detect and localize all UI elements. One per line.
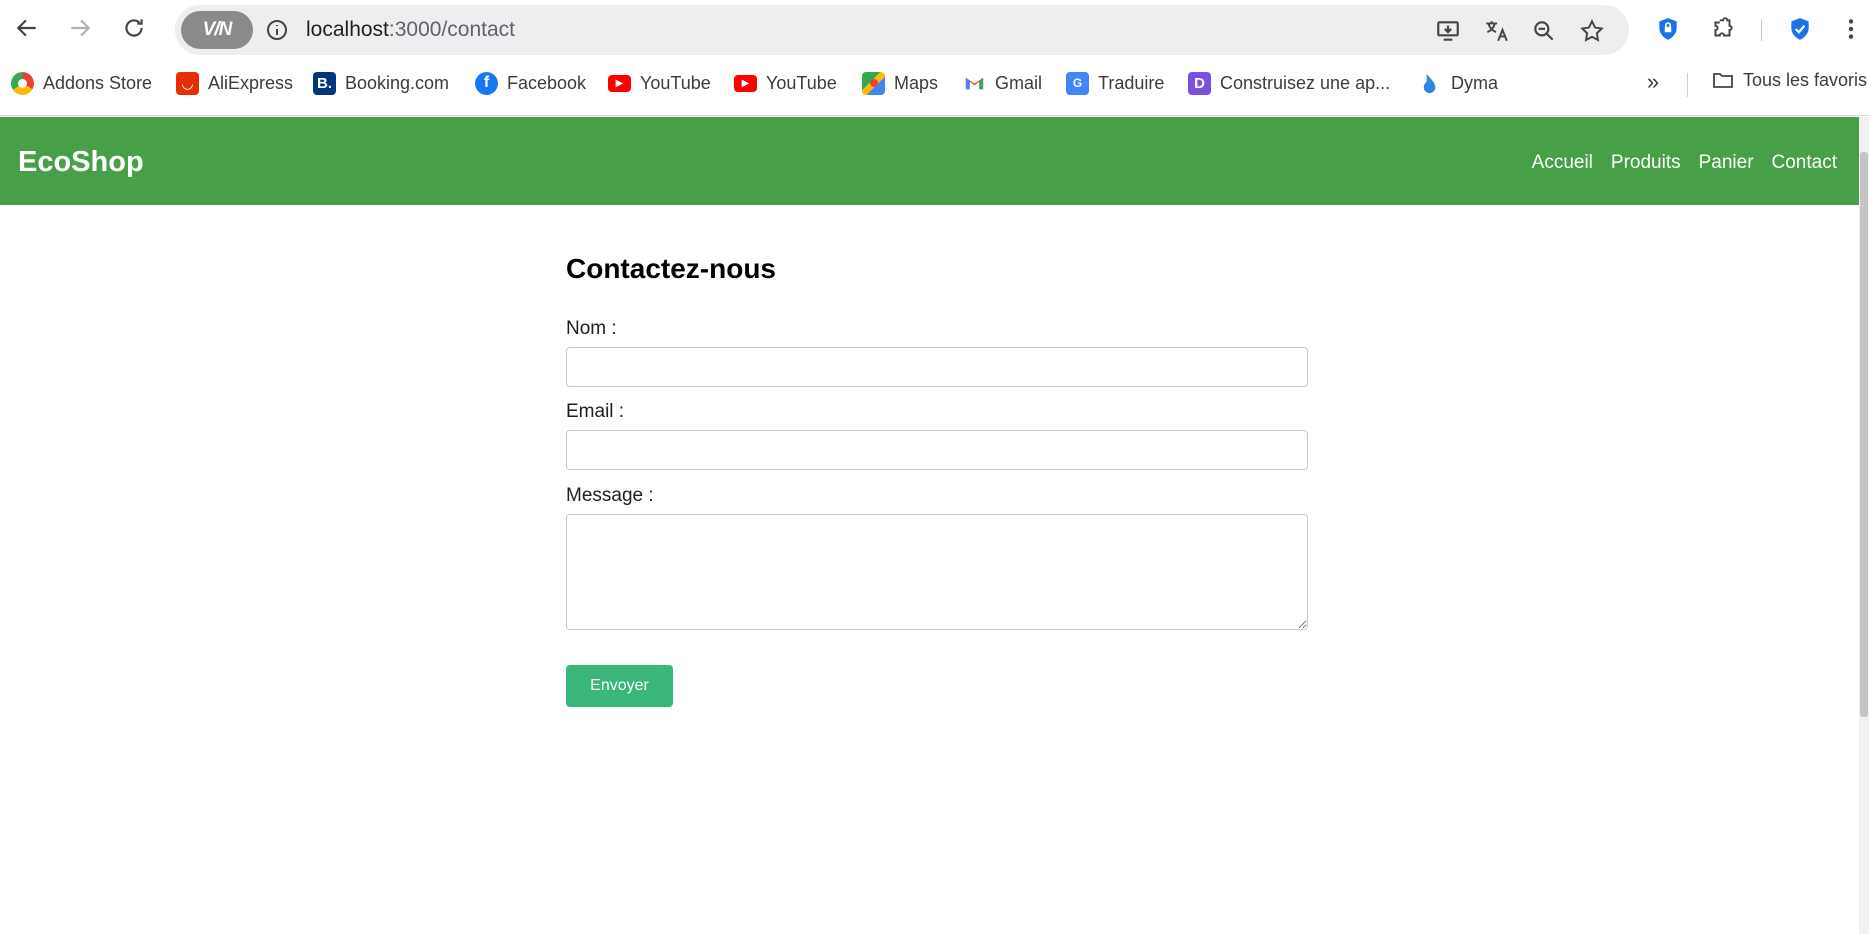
- youtube-icon: ▶: [734, 74, 757, 92]
- bookmark-label: Facebook: [507, 72, 587, 93]
- youtube-icon: ▶: [608, 74, 631, 92]
- nav-link-produits[interactable]: Produits: [1611, 152, 1681, 174]
- more-bookmarks-chevron-icon: »: [1646, 69, 1660, 94]
- bookmark-facebook[interactable]: f Facebook: [475, 68, 586, 98]
- reload-button[interactable]: [116, 10, 152, 46]
- bookmark-gmail[interactable]: Gmail: [963, 68, 1042, 98]
- bookmarks-bar: Addons Store ◡ AliExpress B. Booking.com…: [0, 66, 1869, 102]
- email-label: Email :: [566, 401, 625, 422]
- addons-store-icon: [11, 71, 34, 95]
- bookmark-addons-store[interactable]: Addons Store: [11, 68, 152, 98]
- name-field[interactable]: [566, 347, 1308, 387]
- reload-icon: [125, 19, 143, 37]
- toolbar-separator: [1761, 19, 1762, 41]
- forward-arrow-icon: [71, 19, 91, 37]
- extensions-icon[interactable]: [1708, 14, 1738, 44]
- bookmark-booking[interactable]: B. Booking.com: [313, 68, 449, 98]
- install-app-icon[interactable]: [1434, 17, 1462, 45]
- password-manager-icon[interactable]: [1653, 14, 1683, 44]
- all-bookmarks-label: Tous les favoris: [1743, 69, 1868, 90]
- nav-link-panier[interactable]: Panier: [1699, 152, 1754, 174]
- booking-icon: B.: [313, 71, 336, 95]
- bookmark-label: Maps: [894, 72, 939, 93]
- bookmark-star-icon[interactable]: [1578, 17, 1606, 45]
- bookmarks-separator: [1687, 73, 1688, 97]
- url-text[interactable]: localhost:3000/contact: [306, 18, 515, 42]
- site-logo[interactable]: EcoShop: [18, 146, 144, 179]
- message-label: Message :: [566, 485, 654, 506]
- construisez-icon: D: [1188, 71, 1211, 95]
- back-arrow-icon: [16, 19, 36, 37]
- bookmark-aliexpress[interactable]: ◡ AliExpress: [176, 68, 293, 98]
- email-field[interactable]: [566, 430, 1308, 470]
- bookmark-maps[interactable]: Maps: [862, 68, 938, 98]
- translate-page-icon[interactable]: [1482, 17, 1510, 45]
- address-bar[interactable]: V/N localhost:3000/contact: [175, 5, 1629, 55]
- dyma-icon: [1419, 72, 1442, 95]
- site-header: EcoShop Accueil Produits Panier Contact: [0, 117, 1859, 205]
- gmail-icon: [963, 72, 986, 95]
- bookmark-label: YouTube: [766, 72, 837, 93]
- bookmark-label: Addons Store: [43, 72, 153, 93]
- menu-kebab-icon[interactable]: [1836, 14, 1866, 44]
- page-title: Contactez-nous: [566, 253, 776, 284]
- bookmark-label: Dyma: [1451, 72, 1499, 93]
- url-host: localhost: [306, 18, 389, 41]
- bookmark-label: AliExpress: [208, 72, 294, 93]
- nav-link-accueil[interactable]: Accueil: [1532, 152, 1593, 174]
- chrome-divider: [0, 115, 1869, 116]
- message-field[interactable]: [566, 514, 1308, 630]
- shield-extension-icon[interactable]: [1785, 14, 1815, 44]
- bookmark-label: Booking.com: [345, 72, 450, 93]
- bookmark-label: Gmail: [995, 72, 1043, 93]
- zoom-icon[interactable]: [1530, 17, 1558, 45]
- site-nav: Accueil Produits Panier Contact: [1532, 152, 1837, 174]
- browser-toolbar: V/N localhost:3000/contact: [0, 0, 1869, 59]
- bookmark-label: Construisez une ap...: [1220, 72, 1391, 93]
- bookmark-construisez[interactable]: D Construisez une ap...: [1188, 68, 1390, 98]
- aliexpress-icon: ◡: [176, 71, 199, 95]
- all-bookmarks-button[interactable]: Tous les favoris: [1711, 68, 1867, 92]
- bookmark-youtube-2[interactable]: ▶ YouTube: [734, 68, 837, 98]
- vpn-button[interactable]: V/N: [181, 11, 253, 49]
- bookmark-youtube[interactable]: ▶ YouTube: [608, 68, 711, 98]
- name-label: Nom :: [566, 318, 617, 339]
- more-bookmarks-button[interactable]: »: [1641, 69, 1665, 94]
- contact-form: Contactez-nous Nom : Email : Message : E…: [566, 253, 1308, 707]
- folder-icon: [1713, 73, 1733, 88]
- bookmark-label: Traduire: [1098, 72, 1165, 93]
- url-path: :3000/contact: [388, 18, 515, 41]
- bookmark-label: YouTube: [640, 72, 711, 93]
- submit-button[interactable]: Envoyer: [566, 665, 673, 707]
- translate-icon: G: [1066, 71, 1089, 95]
- forward-button[interactable]: [62, 10, 98, 46]
- facebook-icon: f: [475, 71, 498, 95]
- bookmark-dyma[interactable]: Dyma: [1419, 68, 1498, 98]
- site-info-icon[interactable]: [264, 17, 290, 43]
- bookmark-traduire[interactable]: G Traduire: [1066, 68, 1164, 98]
- maps-icon: [862, 71, 885, 95]
- nav-link-contact[interactable]: Contact: [1772, 152, 1837, 174]
- vpn-label: V/N: [202, 19, 233, 40]
- back-button[interactable]: [9, 10, 45, 46]
- page-scrollbar-thumb[interactable]: [1860, 152, 1868, 717]
